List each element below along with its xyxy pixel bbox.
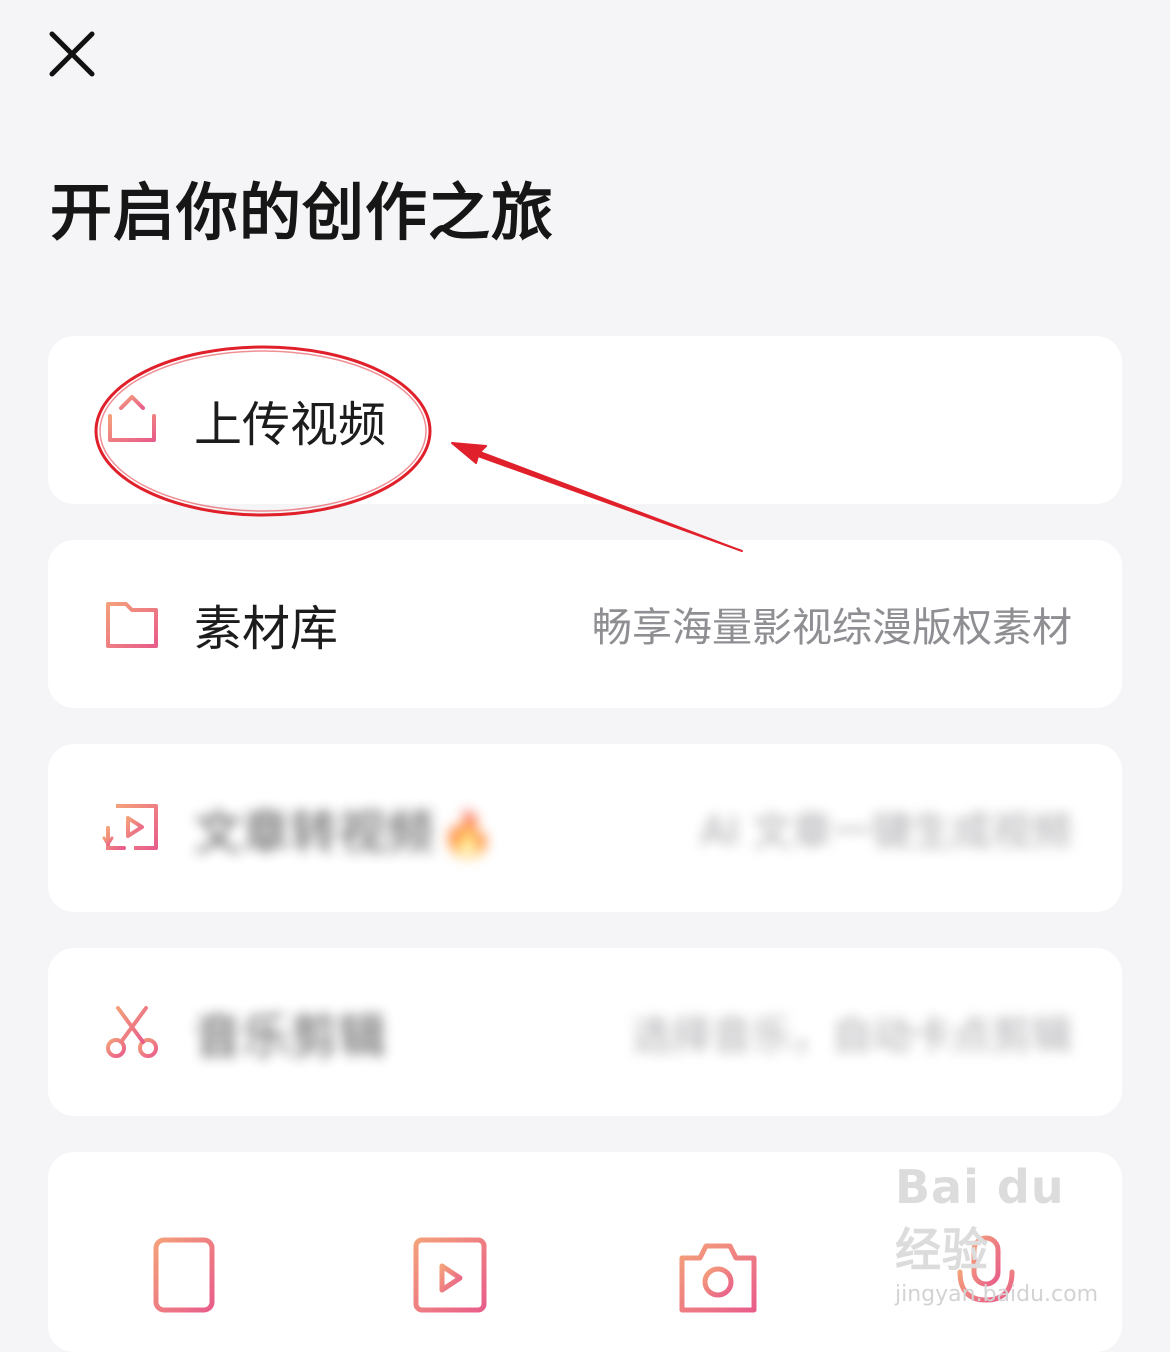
music-edit-description: 选择音乐，自动卡点剪辑: [632, 1013, 1072, 1059]
article-to-video-item[interactable]: 文章转视频 🔥 AI 文章一键生成视频: [48, 744, 1122, 912]
music-edit-item[interactable]: 音乐剪辑 选择音乐，自动卡点剪辑: [48, 948, 1122, 1116]
upload-video-item[interactable]: 上传视频: [48, 336, 1122, 504]
upload-video-label: 上传视频: [194, 397, 387, 453]
material-library-item[interactable]: 素材库 畅享海量影视综漫版权素材: [48, 540, 1122, 708]
upload-icon: [108, 395, 156, 442]
article-to-video-label: 文章转视频 🔥: [194, 805, 495, 861]
document-icon[interactable]: [142, 1232, 226, 1316]
scissors-icon: [106, 1006, 158, 1058]
fire-badge: 🔥: [440, 809, 495, 860]
material-library-label: 素材库: [194, 601, 339, 657]
page-title: 开启你的创作之旅: [50, 176, 555, 249]
watermark-url: jingyan.baidu.com: [895, 1282, 1099, 1307]
article-to-video-description: AI 文章一键生成视频: [700, 809, 1072, 855]
video-play-icon[interactable]: [408, 1232, 492, 1316]
folder-list-icon: [106, 602, 158, 648]
baidu-jingyan-watermark: Bai du 经验 jingyan.baidu.com: [895, 1160, 1125, 1307]
article-to-video-icon: [102, 804, 158, 850]
material-library-description: 畅享海量影视综漫版权素材: [592, 605, 1072, 651]
close-icon[interactable]: [44, 26, 100, 82]
camera-icon[interactable]: [676, 1232, 760, 1316]
music-edit-label: 音乐剪辑: [194, 1009, 387, 1065]
watermark-logo: Bai du 经验: [895, 1160, 1065, 1277]
